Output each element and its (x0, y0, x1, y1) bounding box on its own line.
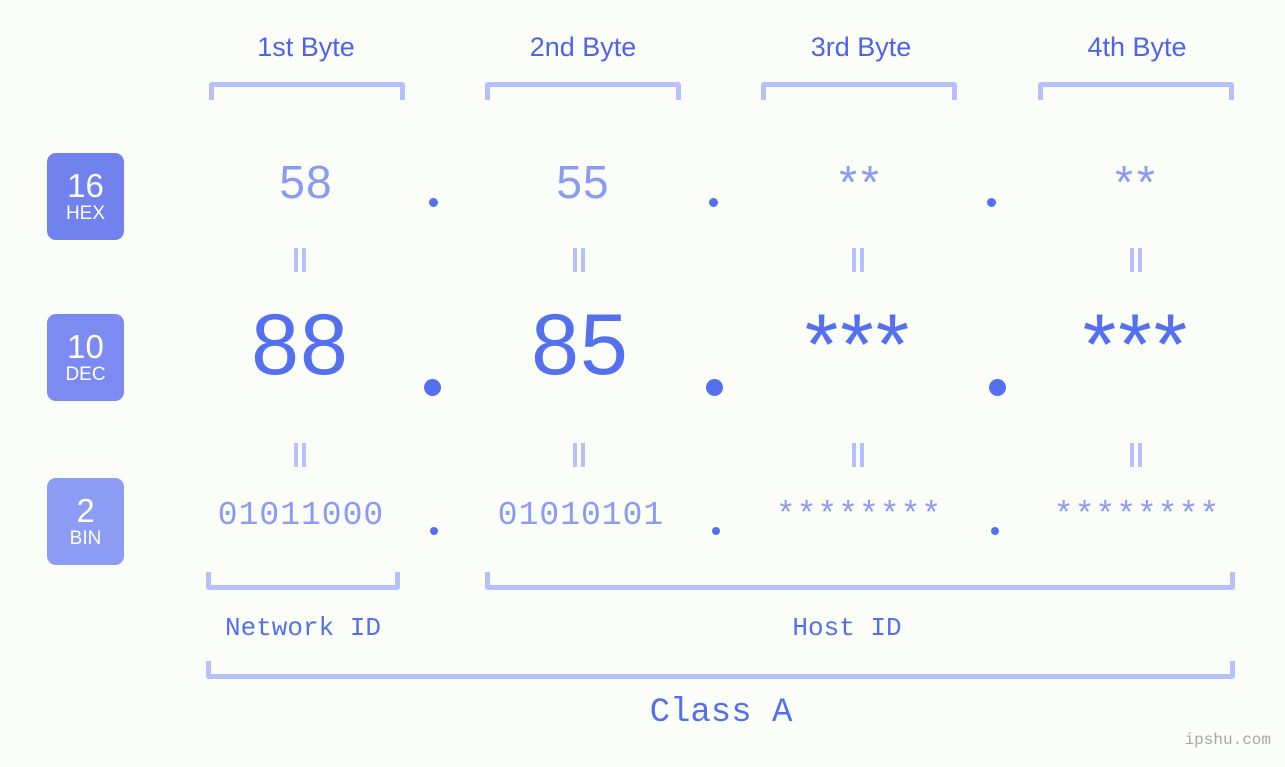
radix-badge-hex-label: HEX (65, 202, 106, 224)
host-id-label: Host ID (792, 613, 902, 643)
equals-mark-hex-dec-3 (852, 248, 865, 272)
hex-byte-3-value: ** (839, 156, 883, 208)
host-id-bracket (485, 572, 1235, 590)
radix-badge-dec: 10 DEC (47, 314, 124, 401)
hex-dot-separator-1 (429, 198, 438, 207)
watermark: ipshu.com (1184, 731, 1271, 749)
bin-byte-2-value: 01010101 (497, 497, 665, 534)
bin-byte-1-value: 01011000 (217, 497, 385, 534)
equals-mark-dec-bin-2 (573, 443, 586, 467)
equals-mark-hex-dec-2 (573, 248, 586, 272)
dec-byte-1-value: 88 (251, 297, 349, 393)
byte-bracket-1 (209, 82, 405, 100)
equals-mark-hex-dec-1 (294, 248, 307, 272)
equals-mark-hex-dec-4 (1130, 248, 1143, 272)
network-id-label: Network ID (224, 613, 382, 643)
hex-byte-1-value: 58 (279, 156, 333, 208)
dec-dot-separator-1 (424, 379, 441, 396)
bin-byte-4-value: ******** (1053, 497, 1221, 534)
radix-badge-bin-label: BIN (69, 527, 102, 549)
radix-badge-hex: 16 HEX (47, 153, 124, 240)
hex-byte-2-value: 55 (556, 156, 610, 208)
class-bracket (206, 661, 1235, 679)
radix-badge-bin: 2 BIN (47, 478, 124, 565)
bin-dot-separator-3 (991, 527, 999, 535)
dec-byte-2-value: 85 (531, 297, 629, 393)
bin-byte-3-value: ******** (775, 497, 943, 534)
hex-dot-separator-2 (709, 198, 718, 207)
bin-dot-separator-1 (430, 527, 438, 535)
dec-dot-separator-3 (989, 379, 1006, 396)
byte-bracket-4 (1038, 82, 1234, 100)
dec-byte-4-value: *** (1082, 297, 1190, 393)
radix-badge-hex-number: 16 (67, 166, 104, 204)
ip-byte-breakdown-diagram: 1st Byte 2nd Byte 3rd Byte 4th Byte 16 H… (0, 0, 1285, 767)
radix-badge-dec-number: 10 (67, 327, 104, 365)
equals-mark-dec-bin-3 (852, 443, 865, 467)
network-id-bracket (206, 572, 400, 590)
hex-dot-separator-3 (987, 198, 996, 207)
byte-header-1: 1st Byte (257, 32, 355, 62)
byte-bracket-3 (761, 82, 957, 100)
byte-bracket-2 (485, 82, 681, 100)
hex-byte-4-value: ** (1115, 156, 1159, 208)
byte-header-4: 4th Byte (1087, 32, 1187, 62)
equals-mark-dec-bin-1 (294, 443, 307, 467)
byte-header-3: 3rd Byte (810, 32, 912, 62)
dec-dot-separator-2 (706, 379, 723, 396)
bin-dot-separator-2 (712, 527, 720, 535)
class-label: Class A (649, 694, 793, 732)
radix-badge-dec-label: DEC (65, 363, 106, 385)
radix-badge-bin-number: 2 (76, 491, 95, 529)
equals-mark-dec-bin-4 (1130, 443, 1143, 467)
byte-header-2: 2nd Byte (529, 32, 637, 62)
dec-byte-3-value: *** (804, 297, 912, 393)
